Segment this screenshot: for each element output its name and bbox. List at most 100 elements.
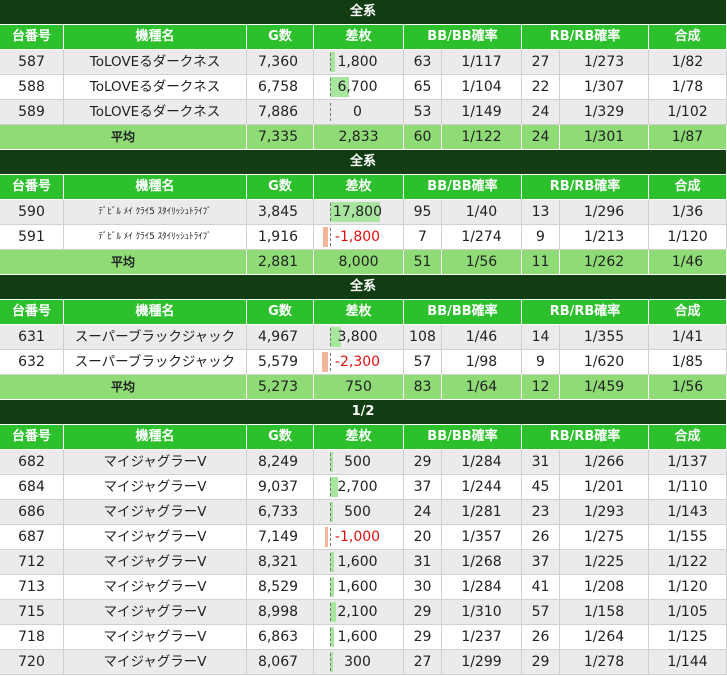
diff-axis-line [330, 603, 331, 621]
average-diff: 2,833 [314, 125, 404, 150]
rb-rate: 1/225 [560, 550, 649, 575]
diff-value: 500 [344, 454, 371, 470]
average-rb-count: 12 [522, 375, 560, 400]
average-rb-count: 24 [522, 125, 560, 150]
header-combined: 合成 [649, 425, 727, 450]
games-count: 6,758 [247, 75, 314, 100]
table-row: 631 スーパーブラックジャック 4,967 3,800 108 1/46 14 1/355 1… [0, 325, 727, 350]
games-count: 6,863 [247, 625, 314, 650]
table-row: 632 スーパーブラックジャック 5,579 -2,300 57 1/98 9 1/620 1/… [0, 350, 727, 375]
combined-rate: 1/120 [649, 225, 727, 250]
games-count: 7,886 [247, 100, 314, 125]
average-combined-rate: 1/56 [649, 375, 727, 400]
header-combined: 合成 [649, 25, 727, 50]
diff-cell: 300 [314, 650, 404, 675]
rb-rate: 1/213 [560, 225, 649, 250]
bb-rate: 1/244 [442, 475, 522, 500]
section-title-row: 全系 [0, 275, 727, 300]
rb-rate: 1/355 [560, 325, 649, 350]
bb-rate: 1/274 [442, 225, 522, 250]
model-name: ToLOVEるダークネス [64, 75, 247, 100]
rb-count: 31 [522, 450, 560, 475]
bb-rate: 1/149 [442, 100, 522, 125]
diff-cell: 2,100 [314, 600, 404, 625]
bb-rate: 1/104 [442, 75, 522, 100]
negative-diff-bar [325, 527, 328, 547]
average-bb-count: 51 [404, 250, 442, 275]
bb-rate: 1/237 [442, 625, 522, 650]
rb-count: 26 [522, 625, 560, 650]
header-model: 機種名 [64, 25, 247, 50]
machine-no: 712 [0, 550, 64, 575]
combined-rate: 1/122 [649, 550, 727, 575]
bb-count: 65 [404, 75, 442, 100]
games-count: 5,579 [247, 350, 314, 375]
average-bb-rate: 1/56 [442, 250, 522, 275]
table-row: 712 マイジャグラーV 8,321 1,600 31 1/268 37 1/225 1/122 [0, 550, 727, 575]
rb-rate: 1/158 [560, 600, 649, 625]
diff-value: 0 [353, 104, 362, 120]
table-row: 715 マイジャグラーV 8,998 2,100 29 1/310 57 1/158 1/105 [0, 600, 727, 625]
bb-rate: 1/284 [442, 450, 522, 475]
header-model: 機種名 [64, 300, 247, 325]
header-machine-no: 台番号 [0, 25, 64, 50]
combined-rate: 1/85 [649, 350, 727, 375]
rb-count: 41 [522, 575, 560, 600]
rb-rate: 1/201 [560, 475, 649, 500]
games-count: 9,037 [247, 475, 314, 500]
bb-count: 31 [404, 550, 442, 575]
diff-value: 300 [344, 654, 371, 670]
bb-count: 95 [404, 200, 442, 225]
section-title: 全系 [0, 0, 727, 25]
average-combined-rate: 1/46 [649, 250, 727, 275]
model-name: スーパーブラックジャック [64, 325, 247, 350]
data-table: 全系 台番号 機種名 G数 差枚 BB/BB確率 RB/RB確率 合成 587 ToLOVEるダー… [0, 0, 727, 675]
column-header-row: 台番号 機種名 G数 差枚 BB/BB確率 RB/RB確率 合成 [0, 25, 727, 50]
diff-axis-line [330, 578, 331, 596]
machine-no: 587 [0, 50, 64, 75]
rb-rate: 1/273 [560, 50, 649, 75]
machine-no: 686 [0, 500, 64, 525]
average-bb-count: 60 [404, 125, 442, 150]
table-row: 591 ﾃﾞﾋﾞﾙ ﾒｲ ｸﾗｲ5 ｽﾀｲﾘｯｼｭﾄﾗｲﾌﾞ 1,916 -1,800… [0, 225, 727, 250]
games-count: 3,845 [247, 200, 314, 225]
bb-rate: 1/281 [442, 500, 522, 525]
bb-rate: 1/310 [442, 600, 522, 625]
average-combined-rate: 1/87 [649, 125, 727, 150]
diff-cell: -1,800 [314, 225, 404, 250]
bb-count: 29 [404, 450, 442, 475]
diff-cell: 500 [314, 450, 404, 475]
average-rb-rate: 1/301 [560, 125, 649, 150]
bb-rate: 1/117 [442, 50, 522, 75]
header-games: G数 [247, 175, 314, 200]
average-bb-count: 83 [404, 375, 442, 400]
machine-no: 684 [0, 475, 64, 500]
header-games: G数 [247, 425, 314, 450]
bb-count: 24 [404, 500, 442, 525]
average-diff: 8,000 [314, 250, 404, 275]
rb-rate: 1/208 [560, 575, 649, 600]
table-row: 589 ToLOVEるダークネス 7,886 0 53 1/149 24 1/329 1/102 [0, 100, 727, 125]
section-title-row: 全系 [0, 0, 727, 25]
header-games: G数 [247, 300, 314, 325]
rb-rate: 1/275 [560, 525, 649, 550]
bb-count: 29 [404, 600, 442, 625]
average-row: 平均 5,273 750 83 1/64 12 1/459 1/56 [0, 375, 727, 400]
table-body: 全系 台番号 機種名 G数 差枚 BB/BB確率 RB/RB確率 合成 587 ToLOVEるダー… [0, 0, 727, 675]
combined-rate: 1/125 [649, 625, 727, 650]
rb-count: 24 [522, 100, 560, 125]
average-bb-rate: 1/122 [442, 125, 522, 150]
bb-count: 7 [404, 225, 442, 250]
model-name: ﾃﾞﾋﾞﾙ ﾒｲ ｸﾗｲ5 ｽﾀｲﾘｯｼｭﾄﾗｲﾌﾞ [64, 200, 247, 225]
diff-cell: 1,600 [314, 575, 404, 600]
section-title: 全系 [0, 275, 727, 300]
rb-rate: 1/329 [560, 100, 649, 125]
bb-count: 37 [404, 475, 442, 500]
rb-count: 22 [522, 75, 560, 100]
bb-count: 57 [404, 350, 442, 375]
table-row: 590 ﾃﾞﾋﾞﾙ ﾒｲ ｸﾗｲ5 ｽﾀｲﾘｯｼｭﾄﾗｲﾌﾞ 3,845 17,800… [0, 200, 727, 225]
machine-no: 715 [0, 600, 64, 625]
average-bb-rate: 1/64 [442, 375, 522, 400]
diff-cell: 1,600 [314, 625, 404, 650]
rb-count: 29 [522, 650, 560, 675]
